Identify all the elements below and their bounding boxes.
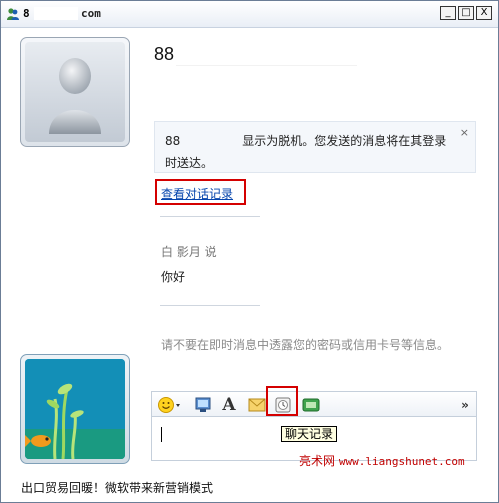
games-icon (302, 398, 320, 412)
contact-name: 88 (154, 44, 175, 64)
offline-notice: 88 显示为脱机。您发送的消息将在其登录时送达。 × (154, 121, 476, 173)
maximize-button[interactable]: □ (458, 6, 474, 20)
window-controls: _ □ X (440, 6, 492, 20)
smiley-icon (158, 397, 180, 413)
ad-link[interactable]: 出口贸易回暖！微软带来新营销模式 (21, 479, 213, 496)
security-warning: 请不要在即时消息中透露您的密码或信用卡号等信息。 (161, 338, 450, 352)
watermark: 亮术网 www.liangshunet.com (299, 452, 465, 469)
games-button[interactable] (300, 395, 322, 415)
history-button-highlight (266, 386, 298, 416)
title-redacted (34, 7, 78, 20)
more-button[interactable]: » (458, 395, 472, 415)
window-title-prefix: 8 (23, 7, 30, 20)
watermark-site: 亮术网 (299, 454, 336, 468)
wink-button[interactable] (192, 395, 214, 415)
view-history-link[interactable]: 查看对话记录 (161, 185, 233, 202)
name-redacted (176, 44, 357, 66)
compose-toolbar: A » (151, 391, 477, 417)
offline-notice-text: 88 显示为脱机。您发送的消息将在其登录时送达。 (165, 130, 455, 174)
messenger-icon (7, 8, 19, 20)
default-user-icon (49, 58, 101, 134)
nudge-button[interactable] (246, 395, 268, 415)
chat-window: 8 com _ □ X 88 88 显示为脱机。您发送的消息将在其登录时送达。 … (0, 0, 499, 503)
divider (160, 305, 260, 306)
wink-icon (195, 397, 211, 412)
envelope-icon (248, 398, 266, 412)
text-caret (161, 427, 162, 442)
tooltip: 聊天记录 (281, 426, 338, 442)
close-icon[interactable]: × (460, 126, 469, 139)
fish-tank-picture (25, 359, 125, 459)
sender-label: 白 影月 说 (161, 245, 217, 259)
notice-id-prefix: 88 (165, 134, 181, 148)
message-text: 你好 (161, 270, 186, 284)
view-history-link-highlight[interactable]: 查看对话记录 (155, 179, 246, 205)
my-avatar[interactable] (20, 354, 130, 464)
close-button[interactable]: X (476, 6, 492, 20)
title-bar: 8 com _ □ X (1, 1, 498, 28)
watermark-url: www.liangshunet.com (338, 455, 465, 468)
font-icon[interactable]: A (218, 395, 240, 415)
notice-message: 显示为脱机。您发送的消息将在其登录时送达。 (165, 134, 447, 170)
minimize-button[interactable]: _ (440, 6, 456, 20)
window-title-suffix: com (81, 7, 101, 20)
emoticons-button[interactable] (156, 395, 184, 415)
contact-avatar[interactable] (20, 37, 130, 147)
divider (160, 216, 260, 217)
